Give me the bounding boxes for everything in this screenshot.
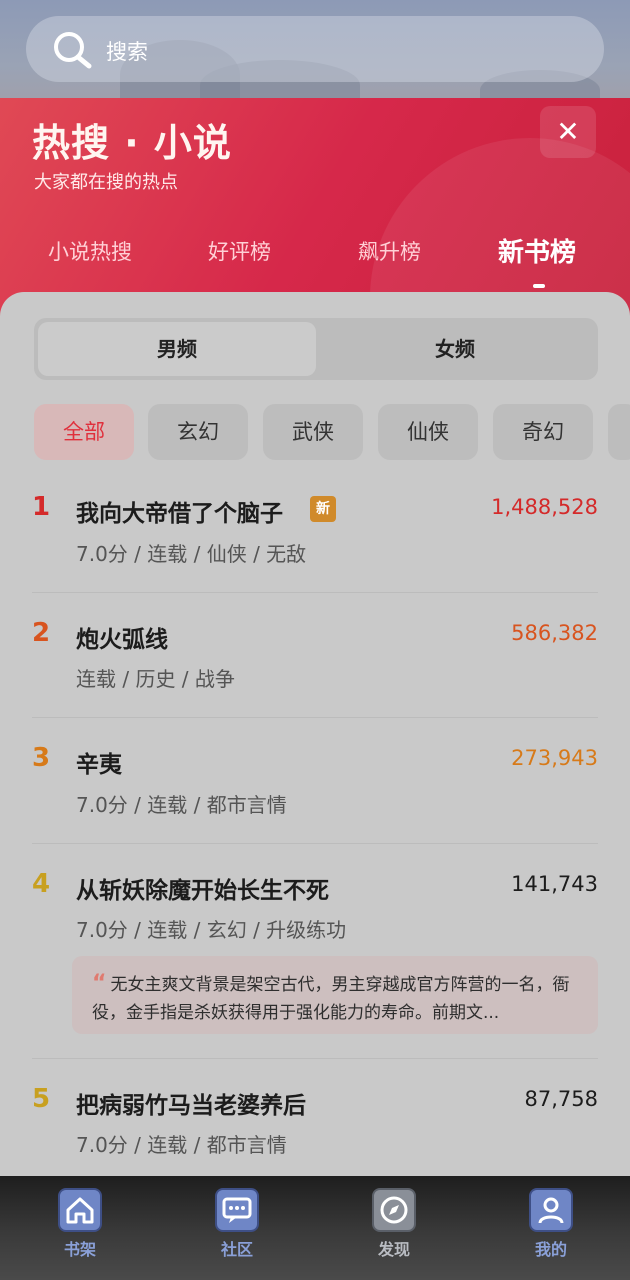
- category-chip-more[interactable]: [608, 404, 630, 460]
- divider: [32, 1058, 598, 1059]
- nav-discover[interactable]: 发现: [354, 1188, 434, 1260]
- book-summary-text: 无女主爽文背景是架空古代，男主穿越成官方阵营的一名，衙役，金手指是杀妖获得用于强…: [92, 975, 570, 1023]
- user-icon: [529, 1188, 573, 1232]
- divider: [32, 592, 598, 593]
- book-title[interactable]: 我向大帝借了个脑子: [76, 494, 283, 528]
- rank-number: 2: [32, 618, 51, 648]
- tab-indicator: [533, 284, 545, 288]
- rank-number: 5: [32, 1084, 51, 1114]
- book-title[interactable]: 辛夷: [76, 745, 122, 779]
- book-count: 1,488,528: [491, 495, 598, 519]
- nav-label: 我的: [534, 1240, 567, 1259]
- nav-label: 发现: [377, 1240, 410, 1259]
- nav-bookshelf[interactable]: 书架: [40, 1188, 120, 1260]
- book-title[interactable]: 从斩妖除魔开始长生不死: [76, 871, 329, 905]
- category-chip-xianxia[interactable]: 仙侠: [378, 404, 478, 460]
- book-title[interactable]: 炮火弧线: [76, 620, 168, 654]
- book-meta: 7.0分 / 连载 / 都市言情: [76, 1133, 287, 1157]
- book-count: 586,382: [511, 621, 598, 645]
- category-chip-wuxia[interactable]: 武侠: [263, 404, 363, 460]
- category-chip-all[interactable]: 全部: [34, 404, 134, 460]
- book-meta: 7.0分 / 连载 / 玄幻 / 升级练功: [76, 918, 347, 942]
- divider: [32, 717, 598, 718]
- nav-profile[interactable]: 我的: [511, 1188, 591, 1260]
- page-title: 热搜 · 小说: [32, 121, 232, 165]
- tab-new-books[interactable]: 新书榜: [498, 232, 576, 269]
- book-title[interactable]: 把病弱竹马当老婆养后: [76, 1086, 306, 1120]
- compass-icon: [372, 1188, 416, 1232]
- gender-female-option[interactable]: 女频: [316, 322, 594, 376]
- book-meta: 7.0分 / 连载 / 都市言情: [76, 793, 287, 817]
- category-chip-qihuan[interactable]: 奇幻: [493, 404, 593, 460]
- rank-number: 4: [32, 869, 51, 899]
- book-meta: 7.0分 / 连载 / 仙侠 / 无敌: [76, 542, 307, 566]
- nav-label: 社区: [220, 1240, 253, 1259]
- new-badge: 新: [310, 496, 336, 522]
- book-summary-quote[interactable]: “无女主爽文背景是架空古代，男主穿越成官方阵营的一名，衙役，金手指是杀妖获得用于…: [72, 956, 598, 1034]
- search-input[interactable]: 搜索: [106, 36, 148, 66]
- home-icon: [58, 1188, 102, 1232]
- search-icon[interactable]: [52, 30, 94, 72]
- book-count: 273,943: [511, 746, 598, 770]
- page-subtitle: 大家都在搜的热点: [34, 172, 178, 193]
- book-meta: 连载 / 历史 / 战争: [76, 667, 235, 691]
- close-button[interactable]: ✕: [540, 106, 596, 158]
- gender-male-option[interactable]: 男频: [38, 322, 316, 376]
- tab-rising[interactable]: 飙升榜: [358, 236, 421, 266]
- book-count: 141,743: [511, 872, 598, 896]
- nav-label: 书架: [63, 1240, 96, 1259]
- book-count: 87,758: [524, 1087, 598, 1111]
- rank-number: 1: [32, 492, 51, 522]
- category-chip-xuanhuan[interactable]: 玄幻: [148, 404, 248, 460]
- divider: [32, 843, 598, 844]
- rank-number: 3: [32, 743, 51, 773]
- tab-good-review[interactable]: 好评榜: [208, 236, 271, 266]
- tab-novel-hot[interactable]: 小说热搜: [48, 236, 132, 266]
- quote-icon: “: [92, 971, 107, 996]
- chat-icon: [215, 1188, 259, 1232]
- nav-community[interactable]: 社区: [197, 1188, 277, 1260]
